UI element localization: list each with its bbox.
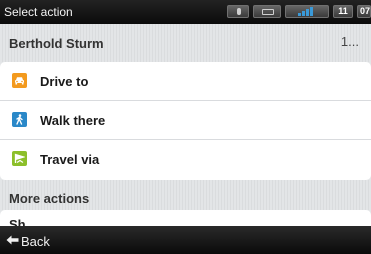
- more-actions-item-label: Sh...: [9, 217, 37, 226]
- action-travel-via[interactable]: Travel via: [0, 140, 371, 179]
- more-actions-header: More actions: [0, 180, 371, 210]
- back-button[interactable]: Back: [0, 226, 80, 254]
- back-arrow-icon: [6, 235, 19, 245]
- walker-icon: [12, 112, 27, 127]
- action-label: Drive to: [40, 74, 89, 89]
- status-icons: 11 07: [227, 5, 371, 18]
- action-walk-there[interactable]: Walk there: [0, 101, 371, 140]
- back-label: Back: [21, 234, 50, 249]
- clock-hour: 11: [333, 5, 353, 18]
- screen-title: Select action: [4, 5, 73, 19]
- contact-extra-info: 1...: [340, 34, 359, 49]
- keyboard-icon[interactable]: [253, 5, 281, 18]
- microphone-icon[interactable]: [227, 5, 249, 18]
- action-label: Walk there: [40, 113, 106, 128]
- flag-icon: [12, 151, 27, 166]
- more-actions-title: More actions: [9, 191, 90, 206]
- contact-header: Berthold Sturm 1...: [0, 24, 371, 62]
- signal-strength-icon: [285, 5, 329, 18]
- action-drive-to[interactable]: Drive to: [0, 62, 371, 101]
- action-list: Drive to Walk there Travel via: [0, 62, 371, 180]
- more-actions-item[interactable]: Sh...: [0, 210, 371, 226]
- action-label: Travel via: [40, 152, 100, 167]
- clock-minute: 07: [357, 5, 371, 18]
- bottom-bar: Back: [0, 226, 371, 254]
- status-bar: Select action 11 07: [0, 0, 371, 24]
- contact-name: Berthold Sturm: [9, 36, 104, 51]
- car-icon: [12, 73, 27, 88]
